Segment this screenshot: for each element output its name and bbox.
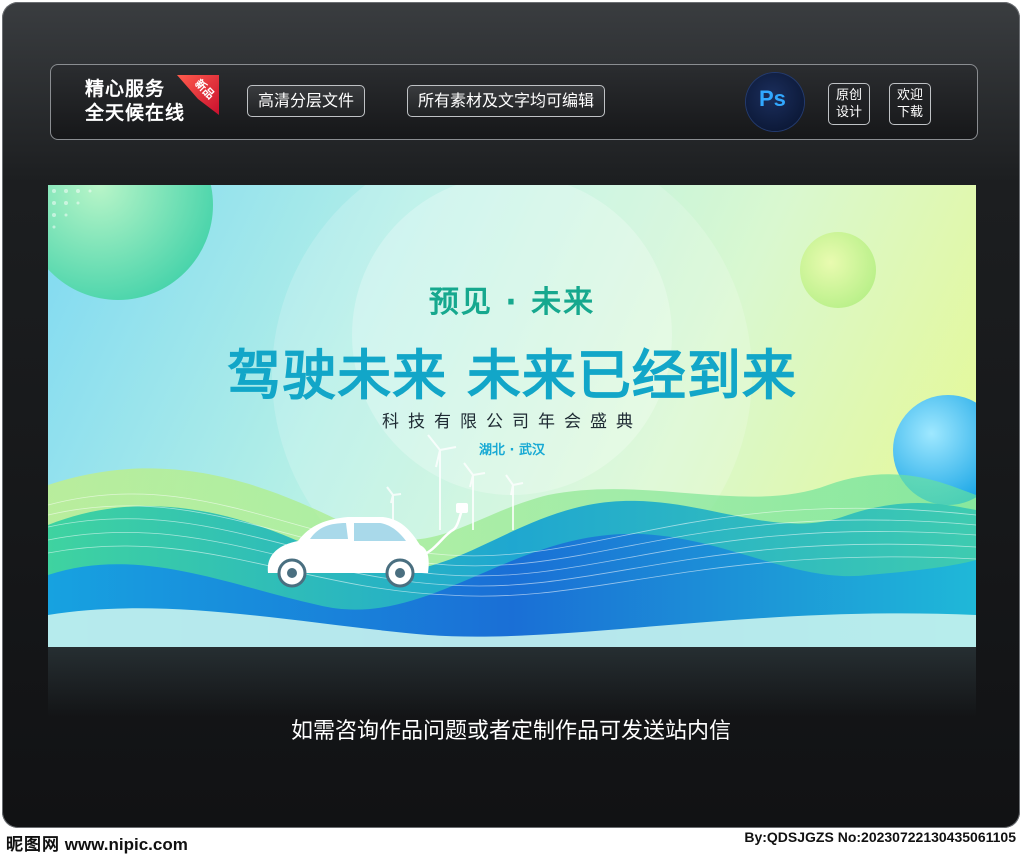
poster-subtitle: 预见 · 未来 [428,285,596,320]
info-bar: 精心服务 全天候在线 新品 高清分层文件 所有素材及文字均可编辑 Ps 原创 设… [50,64,978,140]
welcome-download-button[interactable]: 欢迎 下载 [889,83,931,125]
charging-plug [456,503,468,513]
site-logo: 昵图网 [6,835,60,854]
poster-company-line: 科技有限公司年会盛典 [382,412,642,432]
image-credit: By:QDSJGZS No:20230722130435061105 [744,829,1016,845]
poster-reflection [48,647,976,717]
site-watermark[interactable]: 昵图网 www.nipic.com [6,830,188,855]
photoshop-icon: Ps [746,73,804,131]
original-design-badge: 原创 设计 [828,83,870,125]
poster-location: 湖北 · 武汉 [479,443,545,458]
editable-assets-tag: 所有素材及文字均可编辑 [407,85,606,117]
hd-layered-file-tag: 高清分层文件 [247,85,366,117]
brand-line-2: 全天候在线 [85,102,186,124]
poster-title: 驾驶未来 未来已经到来 [227,344,797,407]
brand-slogan: 精心服务 全天候在线 [85,77,185,125]
brand-line-1: 精心服务 [85,78,166,100]
contact-notice: 如需咨询作品问题或者定制作品可发送站内信 [290,719,731,744]
poster-preview-image: 预见 · 未来 驾驶未来 未来已经到来 科技有限公司年会盛典 湖北 · 武汉 [48,185,976,647]
site-url: www.nipic.com [64,835,188,854]
